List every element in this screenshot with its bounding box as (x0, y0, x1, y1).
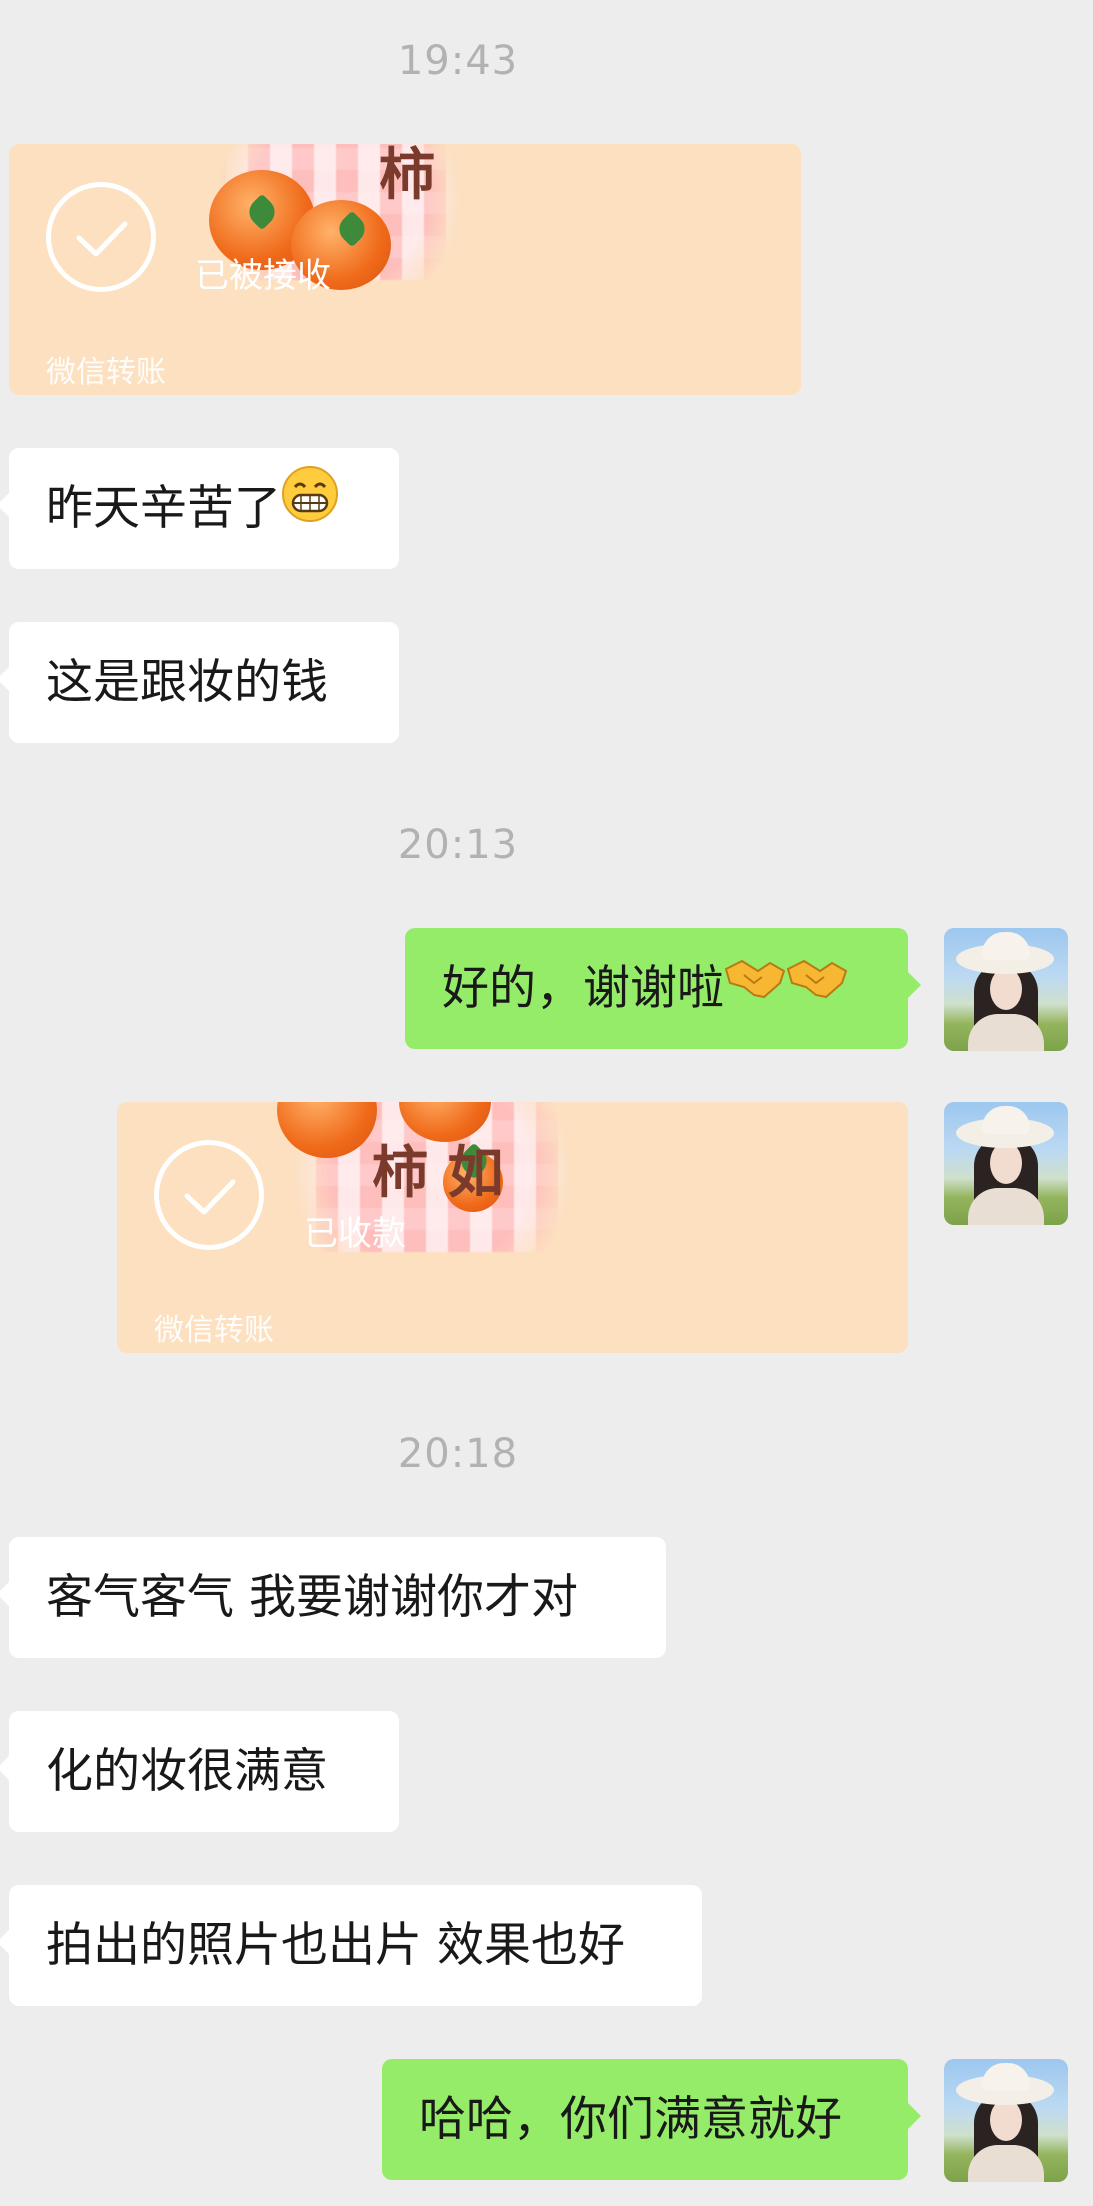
handshake-icon (724, 927, 786, 1048)
incoming-message[interactable]: 客气客气 我要谢谢你才对 (0, 1537, 666, 1658)
decor-text: 柿 如 (372, 1140, 504, 1206)
avatar[interactable] (944, 2059, 1068, 2182)
message-text: 好的，谢谢啦 (442, 961, 724, 1016)
transfer-label: 微信转账 (46, 355, 166, 390)
incoming-message[interactable]: 昨天辛苦了 (0, 447, 399, 569)
incoming-message[interactable]: 这是跟妆的钱 (0, 622, 399, 743)
message-text: 昨天辛苦了 (46, 481, 281, 536)
decor-text: 柿 (379, 144, 435, 208)
incoming-message[interactable]: 化的妆很满意 (0, 1711, 399, 1832)
transfer-status: 已被接收 (195, 256, 331, 296)
timestamp: 20:13 (397, 822, 519, 868)
avatar[interactable] (944, 928, 1068, 1051)
timestamp: 20:18 (397, 1431, 519, 1477)
transfer-status: 已收款 (304, 1214, 406, 1254)
message-text: 这是跟妆的钱 (46, 655, 328, 710)
outgoing-message[interactable]: 好的，谢谢啦 (405, 927, 921, 1049)
avatar[interactable] (944, 1102, 1068, 1225)
handshake-icon (786, 927, 848, 1048)
check-circle-icon (46, 182, 156, 292)
transfer-card-collected[interactable]: 柿 如 已收款 微信转账 (117, 1102, 908, 1353)
transfer-card-received[interactable]: 柿 已被接收 微信转账 (9, 144, 801, 395)
message-text: 化的妆很满意 (46, 1744, 328, 1799)
message-text: 客气客气 我要谢谢你才对 (46, 1570, 578, 1625)
outgoing-message[interactable]: 哈哈，你们满意就好 (382, 2059, 921, 2180)
incoming-message[interactable]: 拍出的照片也出片 效果也好 (0, 1885, 702, 2006)
transfer-label: 微信转账 (154, 1313, 274, 1348)
grinning-face-icon (281, 447, 339, 568)
check-circle-icon (154, 1140, 264, 1250)
message-text: 哈哈，你们满意就好 (419, 2092, 842, 2147)
message-text: 拍出的照片也出片 效果也好 (46, 1918, 625, 1973)
timestamp: 19:43 (397, 38, 519, 84)
